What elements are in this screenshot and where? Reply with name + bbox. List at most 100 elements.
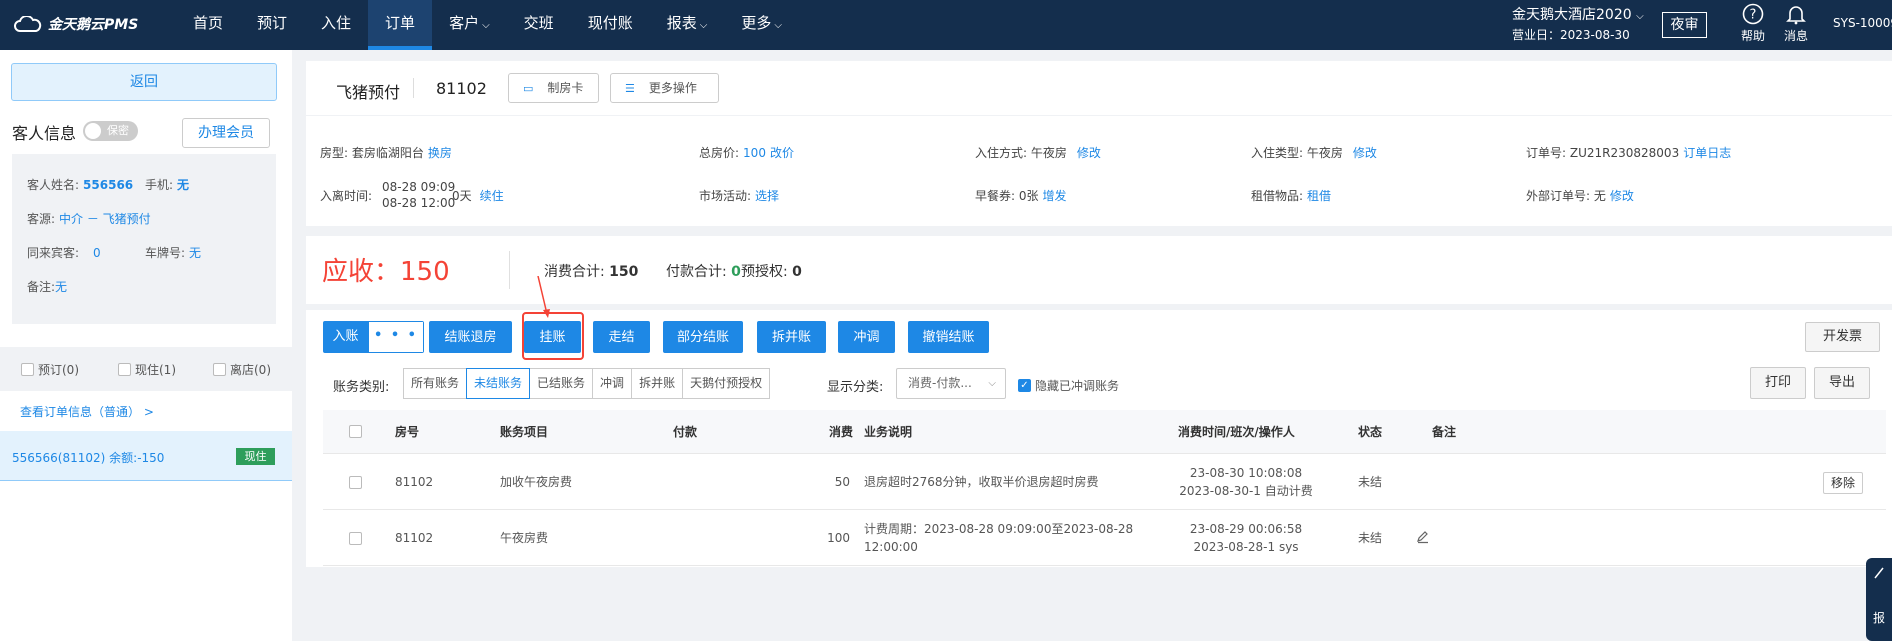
nav-item[interactable]: 入住	[304, 0, 368, 50]
floating-report-tab[interactable]: 报	[1866, 558, 1892, 641]
user-menu[interactable]: SYS-10009	[1833, 16, 1892, 30]
order-log-link[interactable]: 订单日志	[1683, 146, 1731, 160]
post-charge-button[interactable]: 入账	[323, 321, 368, 353]
cloud-logo-icon	[14, 15, 42, 32]
issue-breakfast-link[interactable]: 增发	[1043, 189, 1067, 203]
select-all-checkbox[interactable]	[349, 425, 362, 438]
nav-item[interactable]: 预订	[240, 0, 304, 50]
list-icon: ☰	[625, 82, 635, 95]
checkbox[interactable]	[118, 363, 131, 376]
edit-note-icon[interactable]	[1416, 530, 1430, 544]
consume-total: 消费合计: 150	[544, 261, 638, 281]
business-date: 营业日：2023-08-30	[1512, 28, 1630, 42]
checkbox[interactable]	[213, 363, 226, 376]
column-header: 状态	[1358, 425, 1383, 439]
guest-name-value[interactable]: 556566	[83, 178, 133, 192]
column-header: 消费	[829, 425, 854, 439]
breakfast-label: 早餐券:	[975, 189, 1016, 203]
nav-item[interactable]: 客户 ⌵	[432, 0, 507, 50]
reverse-button[interactable]: 冲调	[838, 321, 895, 353]
column-header: 备注	[1432, 425, 1457, 439]
checkout-button[interactable]: 结账退房	[429, 321, 512, 353]
invoice-button[interactable]: 开发票	[1805, 322, 1880, 352]
modify-checkin-type-link[interactable]: 修改	[1353, 146, 1377, 160]
payment-total: 付款合计: 0	[666, 261, 741, 281]
nav-item[interactable]: 报表 ⌵	[650, 0, 725, 50]
remove-button[interactable]: 移除	[1823, 472, 1863, 494]
nav-item[interactable]: 首页	[176, 0, 240, 50]
phone-value[interactable]: 无	[177, 178, 189, 192]
consume-total-value: 150	[609, 264, 639, 280]
account-category-segments: 所有账务 未结账务 已结账务 冲调 拆并账 天鹅付预授权	[403, 368, 771, 399]
source-value[interactable]: 中介 － 飞猪预付	[59, 212, 151, 226]
source-field: 客源: 中介 － 飞猪预付	[27, 210, 151, 227]
change-room-link[interactable]: 换房	[428, 146, 452, 160]
nav-item[interactable]: 交班	[507, 0, 571, 50]
guest-details: 客人姓名: 556566 手机: 无 客源: 中介 － 飞猪预付 同来宾客: 0 车牌号…	[12, 154, 276, 324]
note-value[interactable]: 无	[55, 280, 67, 294]
companions-value[interactable]: 0	[93, 246, 101, 260]
external-order-field: 外部订单号: 无修改	[1526, 187, 1634, 204]
back-button[interactable]: 返回	[11, 63, 277, 101]
segment-option[interactable]: 冲调	[592, 368, 633, 399]
app-logo[interactable]: 金天鹅云PMS	[14, 14, 138, 34]
split-merge-button[interactable]: 拆并账	[757, 321, 826, 353]
table-row[interactable]: 81102 加收午夜房费 50 退房超时2768分钟，收取半价退房超时房费 23…	[323, 455, 1886, 510]
market-select-link[interactable]: 选择	[755, 189, 779, 203]
register-member-button[interactable]: 办理会员	[182, 118, 270, 148]
column-header: 房号	[395, 425, 420, 439]
rent-items-link[interactable]: 租借	[1307, 189, 1331, 203]
filter-label: 离店(0)	[230, 363, 271, 377]
payment-total-value: 0	[731, 264, 741, 280]
segment-option[interactable]: 天鹅付预授权	[682, 368, 771, 399]
filter-departed[interactable]: 离店(0)	[213, 361, 271, 378]
hide-reversed-checkbox[interactable]: ✓ 隐藏已冲调账务	[1018, 377, 1119, 394]
print-button[interactable]: 打印	[1750, 367, 1806, 399]
segment-option[interactable]: 拆并账	[631, 368, 684, 399]
modify-checkin-way-link[interactable]: 修改	[1077, 146, 1101, 160]
export-button[interactable]: 导出	[1814, 367, 1870, 399]
segment-option[interactable]: 所有账务	[403, 368, 468, 399]
display-category-select[interactable]: 消费-付款... ⌵	[896, 368, 1006, 399]
messages-button[interactable]: 消息	[1776, 3, 1816, 44]
partial-checkout-button[interactable]: 部分结账	[663, 321, 743, 353]
consume-time: 23-08-29 00:06:58	[1189, 522, 1303, 536]
view-order-info-link[interactable]: 查看订单信息（普通） >	[20, 403, 154, 420]
total-price-value[interactable]: 100	[743, 146, 766, 160]
make-room-card-button[interactable]: ▭ 制房卡	[508, 73, 599, 103]
help-button[interactable]: ? 帮助	[1733, 3, 1773, 44]
table-row[interactable]: 81102 午夜房费 100 计费周期：2023-08-28 09:09:00至…	[323, 511, 1886, 566]
nav-item[interactable]: 订单	[368, 0, 433, 50]
checkbox[interactable]	[21, 363, 34, 376]
modify-external-order-link[interactable]: 修改	[1610, 189, 1634, 203]
row-checkbox[interactable]	[349, 476, 362, 489]
cancel-checkout-button[interactable]: 撤销结账	[908, 321, 989, 353]
plate-value[interactable]: 无	[189, 246, 201, 260]
order-header: 飞猪预付 81102 ▭ 制房卡 ☰ 更多操作	[306, 61, 1892, 115]
post-charge-more-button[interactable]: • • •	[368, 321, 424, 353]
stay-dates: 08-28 09:09 08-28 12:00	[382, 179, 455, 211]
filter-in-house[interactable]: 现住(1)	[118, 361, 176, 378]
column-header: 业务说明	[864, 425, 913, 439]
nav-item[interactable]: 现付账	[571, 0, 650, 50]
walkout-button[interactable]: 走结	[593, 321, 650, 353]
more-operations-button[interactable]: ☰ 更多操作	[610, 73, 719, 103]
row-checkbox[interactable]	[349, 532, 362, 545]
filter-reserved[interactable]: 预订(0)	[21, 361, 79, 378]
breakfast-field: 早餐券: 0张 增发	[975, 187, 1067, 204]
extend-stay-link[interactable]: 续住	[480, 189, 504, 203]
order-list-item[interactable]: 556566(81102) 余额:-150 现住	[0, 431, 292, 481]
chevron-down-icon: ⌵	[774, 20, 782, 31]
make-card-label: 制房卡	[547, 81, 584, 95]
segment-option[interactable]: 未结账务	[466, 368, 531, 399]
checkmark-icon[interactable]: ✓	[1018, 379, 1031, 392]
main-nav: 首页 预订 入住 订单 客户 ⌵ 交班 现付账 报表 ⌵ 更多 ⌵	[176, 0, 799, 50]
segment-option[interactable]: 已结账务	[529, 368, 594, 399]
rent-label: 租借物品:	[1251, 189, 1304, 203]
secret-toggle[interactable]: 保密	[83, 121, 138, 141]
hotel-selector[interactable]: 金天鹅大酒店2020 ⌵ 营业日：2023-08-30	[1512, 6, 1644, 45]
night-audit-button[interactable]: 夜审	[1662, 12, 1707, 38]
more-ops-label: 更多操作	[648, 81, 697, 95]
nav-item[interactable]: 更多 ⌵	[724, 0, 799, 50]
change-price-link[interactable]: 改价	[770, 146, 794, 160]
